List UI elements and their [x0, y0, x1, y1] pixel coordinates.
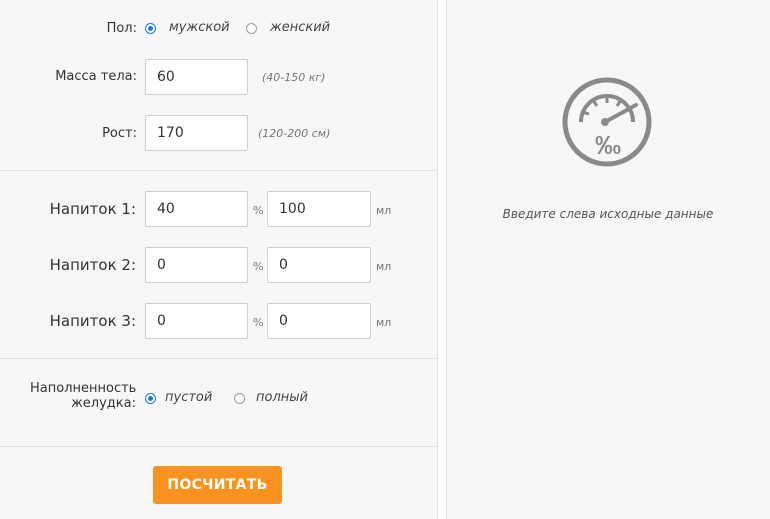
stomach-full-label[interactable]: полный [256, 390, 308, 405]
gender-label: Пол: [106, 21, 137, 36]
drink-2-percent-unit: % [253, 260, 264, 273]
stomach-full-radio[interactable] [234, 393, 245, 404]
stomach-label-line-1: Наполненность [30, 381, 137, 396]
drink-1-volume-input[interactable] [267, 191, 371, 227]
drink-3-percent-input[interactable] [145, 303, 248, 339]
weight-hint: (40-150 кг) [262, 71, 326, 84]
height-hint: (120-200 см) [258, 127, 331, 140]
weight-input[interactable] [145, 59, 248, 95]
drink-2-percent-input[interactable] [145, 247, 248, 283]
drink-1-percent-input[interactable] [145, 191, 248, 227]
height-label: Рост: [102, 126, 137, 141]
stomach-label: Наполненность желудка: [30, 381, 136, 411]
drink-3-label: Напиток 3: [49, 312, 136, 330]
drink-1-percent-unit: % [253, 204, 264, 217]
gender-male-label[interactable]: мужской [169, 20, 230, 35]
gauge-icon: ‰ [562, 77, 652, 167]
calculator-form: Пол: мужской женский Масса тела: (40-150… [0, 0, 438, 519]
drink-2-label: Напиток 2: [49, 256, 136, 274]
gender-female-label[interactable]: женский [270, 20, 330, 35]
drink-1-label: Напиток 1: [49, 200, 136, 218]
calculate-button[interactable]: ПОСЧИТАТЬ [153, 466, 282, 504]
drink-3-percent-unit: % [253, 316, 264, 329]
drink-2-volume-unit: мл [376, 260, 392, 273]
weight-label: Масса тела: [55, 69, 137, 84]
section-divider [0, 170, 437, 171]
gauge-text: ‰ [595, 130, 621, 160]
height-input[interactable] [145, 115, 248, 151]
stomach-empty-radio[interactable] [145, 393, 156, 404]
section-divider [0, 446, 437, 447]
stomach-label-line-2: желудка: [71, 396, 136, 411]
stomach-empty-label[interactable]: пустой [165, 390, 212, 405]
section-divider [0, 358, 437, 359]
drink-2-volume-input[interactable] [267, 247, 371, 283]
gender-male-radio[interactable] [145, 23, 156, 34]
drink-3-volume-unit: мл [376, 316, 392, 329]
drink-1-volume-unit: мл [376, 204, 392, 217]
drink-3-volume-input[interactable] [267, 303, 371, 339]
gender-female-radio[interactable] [246, 23, 257, 34]
result-placeholder: Введите слева исходные данные [502, 207, 714, 221]
